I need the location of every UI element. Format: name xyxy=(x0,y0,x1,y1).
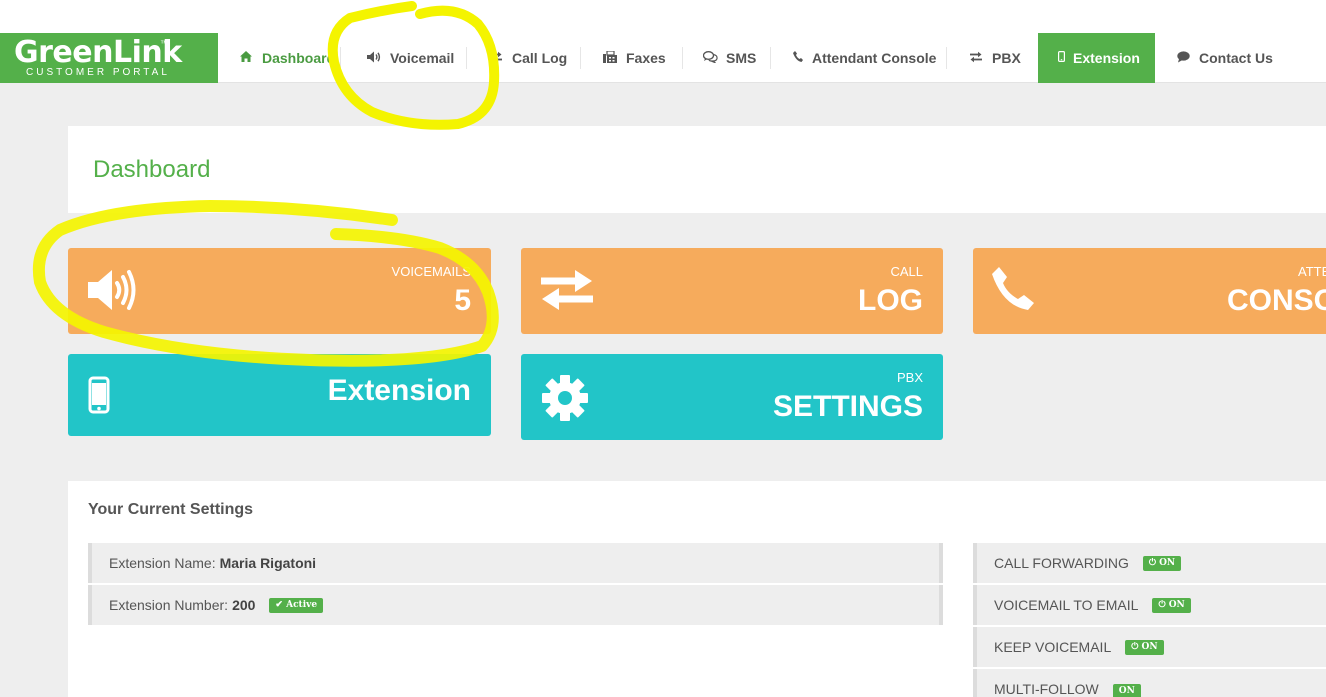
current-settings-title: Your Current Settings xyxy=(88,501,254,518)
logo-trademark: ™ xyxy=(160,39,168,48)
voicemail-to-email-label: VOICEMAIL TO EMAIL xyxy=(994,597,1139,613)
page-title: Dashboard xyxy=(93,156,211,183)
nav-faxes[interactable]: Faxes xyxy=(602,33,666,83)
extension-number-value: 200 xyxy=(232,597,256,613)
call-log-tile-title: LOG xyxy=(858,284,923,317)
exchange-icon xyxy=(539,268,595,317)
comment-icon xyxy=(1175,50,1191,66)
home-icon xyxy=(238,51,254,65)
status-badge: ✔ Active xyxy=(269,597,324,613)
nav-faxes-label: Faxes xyxy=(626,50,666,66)
extension-tile-title: Extension xyxy=(327,374,471,407)
nav-sms-label: SMS xyxy=(726,50,757,66)
exchange-icon xyxy=(968,51,984,66)
phone-icon xyxy=(792,51,804,65)
pbx-tile-title: SETTINGS xyxy=(772,390,923,423)
speaker-icon xyxy=(366,51,382,66)
nav-pbx[interactable]: PBX xyxy=(968,33,1021,83)
nav-divider xyxy=(580,47,581,69)
call-log-tile[interactable]: CALL LOG xyxy=(521,248,943,334)
attendant-console-tile[interactable]: ATTE CONSO xyxy=(973,248,1326,334)
exchange-icon xyxy=(488,51,504,66)
greenlink-logo[interactable]: GreenLink ™ CUSTOMER PORTAL xyxy=(0,33,218,83)
pbx-settings-tile[interactable]: PBX SETTINGS xyxy=(521,354,943,440)
nav-call-log[interactable]: Call Log xyxy=(488,33,567,83)
speaker-icon xyxy=(86,268,138,317)
voicemails-tile-caption: VOICEMAILS xyxy=(391,264,471,279)
voicemails-count: 5 xyxy=(454,284,471,317)
mobile-phone-icon xyxy=(88,376,110,419)
dashboard-header-panel: Dashboard xyxy=(68,126,1326,213)
nav-dashboard[interactable]: Dashboard xyxy=(238,33,335,83)
keep-voicemail-toggle[interactable]: ⏻ ON xyxy=(1125,639,1164,655)
extension-tile[interactable]: Extension xyxy=(68,354,491,436)
phone-icon xyxy=(991,266,1035,315)
extension-name-value: Maria Rigatoni xyxy=(219,555,317,571)
voicemail-to-email-toggle[interactable]: ⏻ ON xyxy=(1152,597,1191,613)
extension-number-row: Extension Number: 200 ✔ Active xyxy=(88,585,943,625)
extension-name-row: Extension Name: Maria Rigatoni xyxy=(88,543,943,583)
voicemail-to-email-row[interactable]: VOICEMAIL TO EMAIL ⏻ ON xyxy=(973,585,1326,625)
gear-icon xyxy=(541,374,589,427)
nav-pbx-label: PBX xyxy=(992,50,1021,66)
logo-subtitle: CUSTOMER PORTAL xyxy=(26,67,170,78)
multi-follow-row[interactable]: MULTI-FOLLOW ON xyxy=(973,669,1326,697)
nav-attendant-console[interactable]: Attendant Console xyxy=(792,33,936,83)
voicemails-tile[interactable]: VOICEMAILS 5 xyxy=(68,248,491,334)
pbx-tile-caption: PBX xyxy=(896,370,923,385)
nav-divider xyxy=(946,47,947,69)
nav-extension[interactable]: Extension xyxy=(1038,33,1155,83)
keep-voicemail-row[interactable]: KEEP VOICEMAIL ⏻ ON xyxy=(973,627,1326,667)
mobile-phone-icon xyxy=(1058,51,1066,65)
call-forwarding-toggle[interactable]: ⏻ ON xyxy=(1142,555,1182,571)
top-navbar: GreenLink ™ CUSTOMER PORTAL Dashboard Vo… xyxy=(0,33,1326,83)
logo-name: GreenLink xyxy=(14,35,182,70)
nav-voicemail[interactable]: Voicemail xyxy=(366,33,454,83)
keep-voicemail-label: KEEP VOICEMAIL xyxy=(994,639,1112,655)
nav-voicemail-label: Voicemail xyxy=(390,50,455,66)
nav-divider xyxy=(340,47,341,69)
nav-contact-us-label: Contact Us xyxy=(1199,50,1273,66)
call-log-tile-caption: CALL xyxy=(890,264,923,279)
call-forwarding-row[interactable]: CALL FORWARDING ⏻ ON xyxy=(973,543,1326,583)
nav-contact-us[interactable]: Contact Us xyxy=(1175,33,1273,83)
nav-divider xyxy=(466,47,467,69)
nav-dashboard-label: Dashboard xyxy=(262,50,336,66)
nav-extension-label: Extension xyxy=(1073,50,1140,66)
call-forwarding-label: CALL FORWARDING xyxy=(994,555,1129,571)
extension-name-label: Extension Name: xyxy=(109,555,216,571)
multi-follow-toggle[interactable]: ON xyxy=(1112,684,1141,697)
fax-icon xyxy=(602,49,618,66)
nav-divider xyxy=(682,47,683,69)
attendant-tile-title: CONSO xyxy=(1227,284,1326,317)
nav-call-log-label: Call Log xyxy=(512,50,568,66)
attendant-tile-caption: ATTE xyxy=(1298,264,1326,279)
multi-follow-label: MULTI-FOLLOW xyxy=(994,681,1099,697)
nav-attendant-console-label: Attendant Console xyxy=(812,50,937,66)
nav-divider xyxy=(770,47,771,69)
chat-bubbles-icon xyxy=(702,50,718,66)
nav-sms[interactable]: SMS xyxy=(702,33,756,83)
top-spacer xyxy=(0,0,1326,33)
extension-number-label: Extension Number: xyxy=(109,597,229,613)
